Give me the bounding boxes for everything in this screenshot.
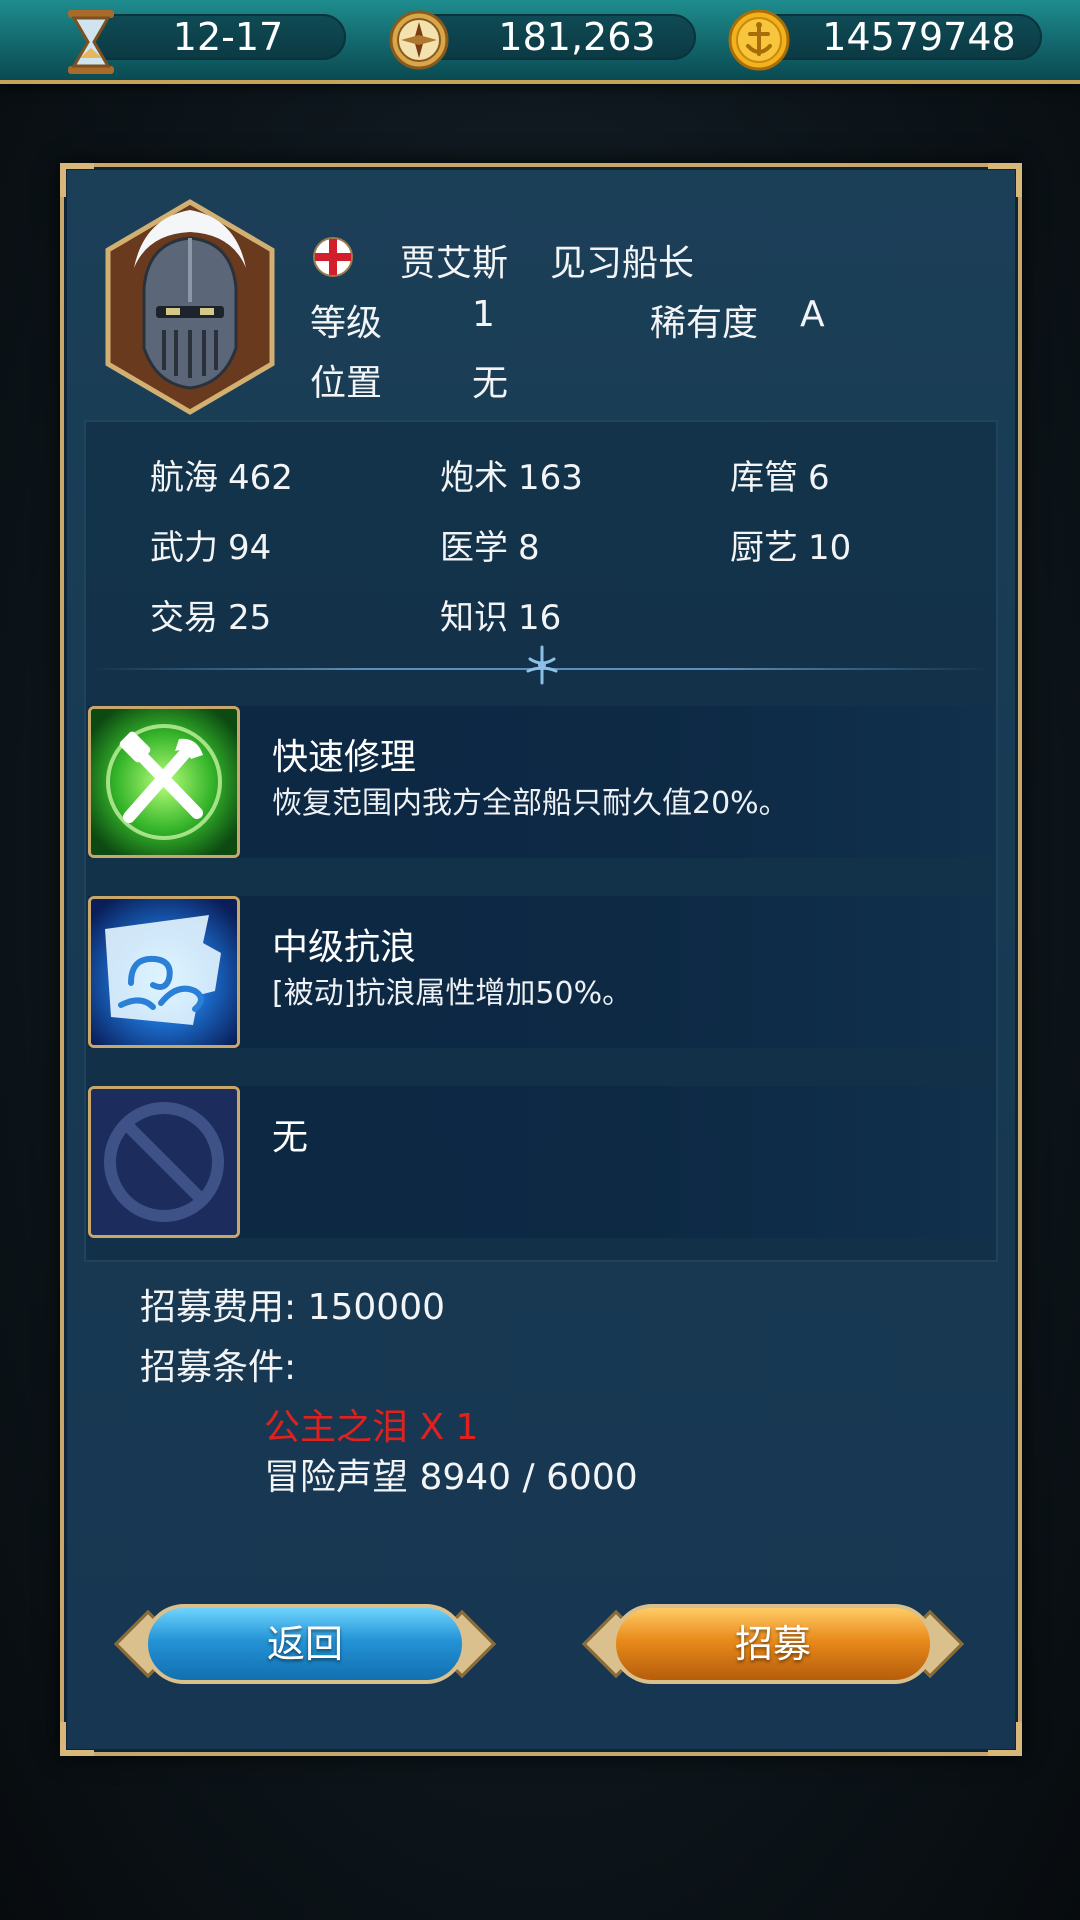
captain-portrait [105, 199, 275, 415]
captain-name: 贾艾斯 [400, 243, 509, 284]
skill-description: 恢复范围内我方全部船只耐久值20%。 [272, 786, 789, 821]
position-value: 无 [472, 363, 509, 404]
back-button[interactable]: 返回 [114, 1594, 496, 1694]
panel-corner [60, 163, 94, 197]
recruit-button[interactable]: 招募 [582, 1594, 964, 1694]
skill-row-2[interactable]: 中级抗浪 [被动]抗浪属性增加50%。 [88, 896, 994, 1048]
skill-row-3[interactable]: 无 [88, 1086, 994, 1238]
skill-row-1[interactable]: 快速修理 恢复范围内我方全部船只耐久值20%。 [88, 706, 994, 858]
divider-ornament-icon [526, 645, 558, 685]
recruit-conditions-label: 招募条件: [140, 1347, 297, 1388]
item-requirement: 公主之泪 X 1 [264, 1407, 479, 1448]
stat-navigation: 航海 462 [150, 458, 293, 498]
stat-storage: 库管 6 [730, 458, 830, 498]
panel-corner [988, 1722, 1022, 1756]
repair-tools-icon [88, 706, 240, 858]
gold-value: 14579748 [822, 15, 1016, 59]
none-slot-icon [88, 1086, 240, 1238]
position-label: 位置 [310, 363, 383, 404]
stat-medicine: 医学 8 [440, 528, 540, 568]
captain-title: 见习船长 [550, 243, 695, 284]
recruit-cost: 招募费用: 150000 [140, 1287, 445, 1328]
skill-description: [被动]抗浪属性增加50%。 [272, 976, 633, 1011]
level-value: 1 [472, 294, 495, 335]
panel-corner [60, 1722, 94, 1756]
skill-name: 无 [272, 1117, 309, 1158]
skill-name: 中级抗浪 [272, 927, 417, 968]
wave-resist-icon [88, 896, 240, 1048]
resource-bar: 12-17 181,263 14579748 [0, 0, 1080, 84]
stat-cooking: 厨艺 10 [730, 528, 852, 568]
hourglass-icon [68, 10, 114, 74]
stat-force: 武力 94 [150, 528, 272, 568]
compass-value: 181,263 [498, 15, 656, 59]
recruit-button-label: 招募 [734, 1622, 811, 1666]
gold-coin-icon [728, 9, 790, 71]
stat-gunnery: 炮术 163 [440, 458, 583, 498]
rarity-label: 稀有度 [650, 303, 759, 344]
level-label: 等级 [310, 303, 383, 344]
stat-knowledge: 知识 16 [440, 598, 562, 638]
stat-trade: 交易 25 [150, 598, 272, 638]
back-button-label: 返回 [266, 1622, 343, 1666]
reputation-requirement: 冒险声望 8940 / 6000 [264, 1457, 638, 1498]
rarity-value: A [800, 294, 825, 335]
date-value: 12-17 [172, 15, 284, 59]
compass-icon [389, 10, 449, 70]
england-flag-icon [313, 237, 353, 277]
skill-name: 快速修理 [272, 737, 417, 778]
date-display: 12-17 [86, 14, 346, 60]
panel-corner [988, 163, 1022, 197]
